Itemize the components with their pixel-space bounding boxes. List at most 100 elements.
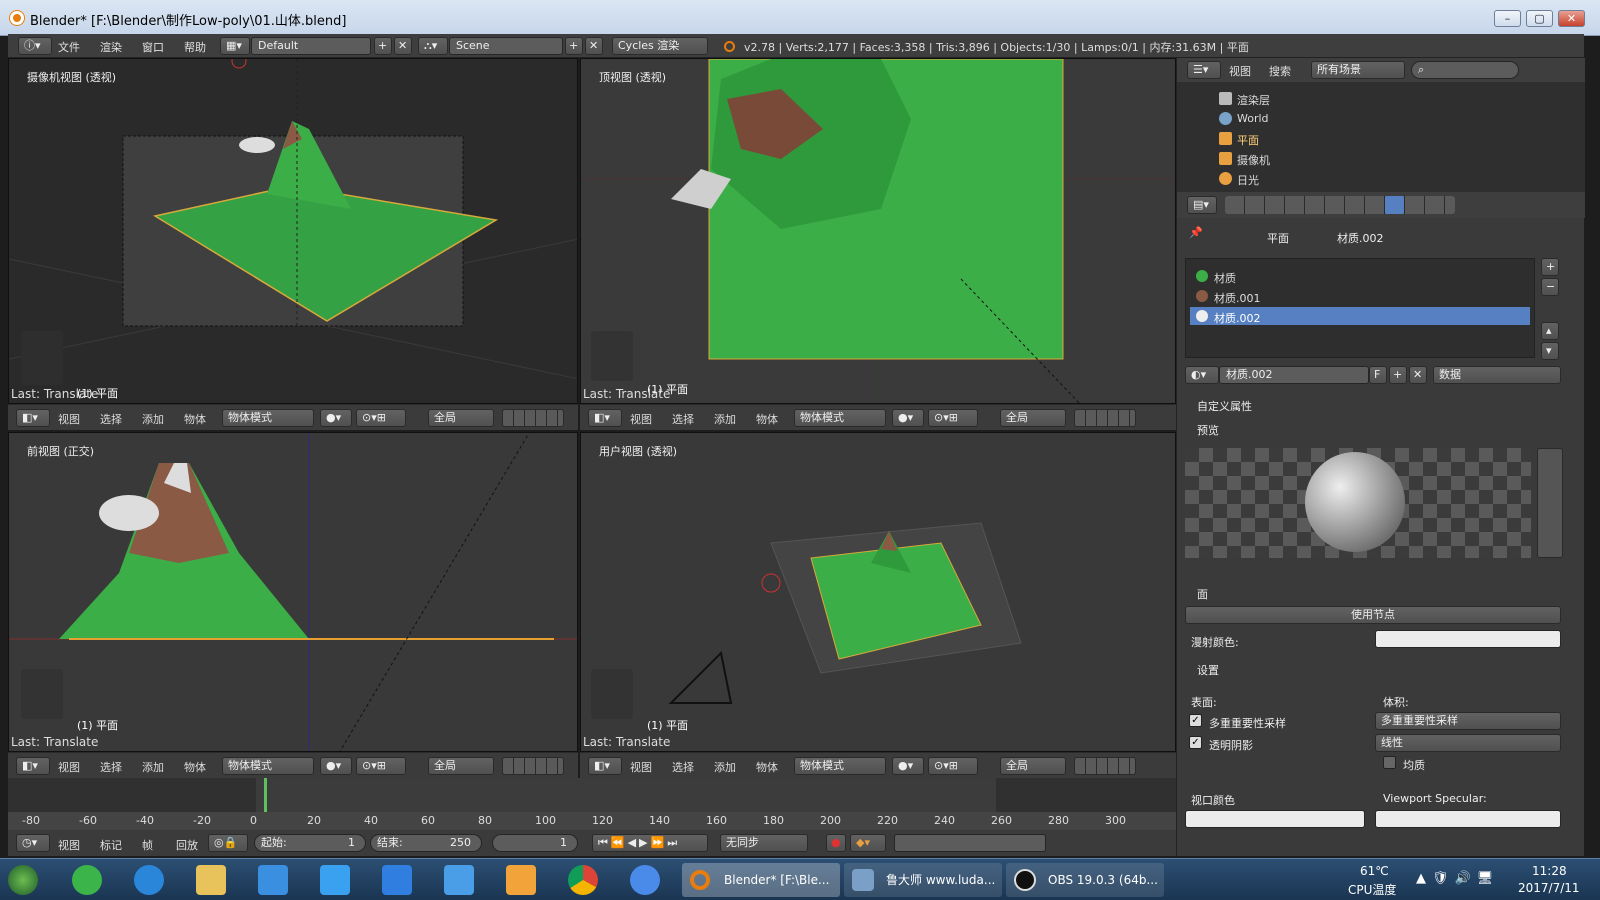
pivot-dropdown[interactable]: ⊙▾⊞ [928, 757, 978, 775]
outliner-row[interactable]: 摄像机 [1207, 150, 1407, 168]
editor-type-button[interactable]: ⓘ▾ [18, 37, 52, 55]
sync-dropdown[interactable]: 无同步 [720, 834, 808, 852]
add-layout-button[interactable]: + [374, 37, 392, 55]
menu-file[interactable]: 文件 [58, 39, 80, 55]
timeline[interactable]: -80 -60 -40 -20 0 20 40 60 80 100 120 140 160 180 200 2… [8, 778, 1176, 856]
scene-name-field[interactable]: Scene [449, 37, 563, 55]
render-engine-dropdown[interactable]: Cycles 渲染 [612, 37, 708, 55]
viewport-front[interactable]: 前视图 (正交) (1) 平面 Last: Translate [8, 432, 578, 752]
app-icon[interactable] [320, 865, 350, 895]
pivot-dropdown[interactable]: ⊙▾⊞ [356, 757, 406, 775]
editor-type-button[interactable]: ◧▾ [16, 757, 50, 775]
remove-layout-button[interactable]: ✕ [394, 37, 412, 55]
close-button[interactable]: ✕ [1558, 10, 1585, 27]
taskbar-app-ludashi[interactable]: 鲁大师 www.luda... [844, 863, 1002, 897]
material-slot[interactable]: 材质 [1190, 267, 1530, 285]
keying-set-button[interactable]: ◆▾ [850, 834, 886, 852]
section-surface[interactable]: 面 [1197, 586, 1208, 602]
unlink-material-button[interactable]: ✕ [1409, 366, 1427, 384]
menu-object[interactable]: 物体 [184, 411, 206, 427]
menu-window[interactable]: 窗口 [142, 39, 164, 55]
layer-buttons[interactable] [502, 757, 564, 775]
maximize-button[interactable]: ▢ [1526, 10, 1553, 27]
orientation-dropdown[interactable]: 全局 [428, 409, 494, 427]
editor-type-button[interactable]: ◧▾ [588, 757, 622, 775]
orientation-dropdown[interactable]: 全局 [428, 757, 494, 775]
move-up-button[interactable]: ▴ [1541, 322, 1559, 340]
material-slot[interactable]: 材质.001 [1190, 287, 1530, 305]
new-material-button[interactable]: + [1389, 366, 1407, 384]
homogeneous-checkbox[interactable] [1383, 756, 1396, 769]
folder-icon[interactable] [196, 865, 226, 895]
current-frame-cursor[interactable] [264, 778, 267, 812]
mode-dropdown[interactable]: 物体模式 [222, 757, 314, 775]
layer-buttons[interactable] [502, 409, 564, 427]
editor-type-button[interactable]: ◧▾ [16, 409, 50, 427]
add-scene-button[interactable]: + [565, 37, 583, 55]
taskbar-app-blender[interactable]: Blender* [F:\Ble... [682, 863, 840, 897]
diffuse-color-swatch[interactable] [1375, 630, 1561, 648]
mode-dropdown[interactable]: 物体模式 [794, 757, 886, 775]
use-nodes-button[interactable]: 使用节点 [1185, 606, 1561, 624]
menu-add[interactable]: 添加 [142, 759, 164, 775]
menu-help[interactable]: 帮助 [184, 39, 206, 55]
editor-type-button[interactable]: ▤▾ [1187, 196, 1217, 214]
menu-select[interactable]: 选择 [672, 759, 694, 775]
outliner-row[interactable]: World [1207, 110, 1407, 128]
menu-object[interactable]: 物体 [756, 411, 778, 427]
material-name-field[interactable]: 材质.002 [1219, 366, 1369, 384]
material-browse-button[interactable]: ◐▾ [1185, 366, 1219, 384]
menu-view[interactable]: 视图 [58, 837, 80, 853]
volume-sampling-dropdown[interactable]: 多重重要性采样 [1375, 712, 1561, 730]
section-custom-props[interactable]: 自定义属性 [1197, 398, 1252, 414]
menu-marker[interactable]: 标记 [100, 837, 122, 853]
start-button[interactable] [8, 865, 38, 895]
chrome-icon[interactable] [568, 865, 598, 895]
viewport-color-swatch[interactable] [1185, 810, 1365, 828]
start-frame-field[interactable]: 起始: 1 [254, 834, 366, 852]
app-icon[interactable] [444, 865, 474, 895]
editor-type-button[interactable]: ◷▾ [16, 834, 50, 852]
shading-dropdown[interactable]: ●▾ [892, 409, 924, 427]
menu-view[interactable]: 视图 [630, 759, 652, 775]
shading-dropdown[interactable]: ●▾ [892, 757, 924, 775]
layout-type-button[interactable]: ▦▾ [220, 37, 250, 55]
display-filter-dropdown[interactable]: 所有场景 [1311, 61, 1405, 79]
material-slot-selected[interactable]: 材质.002 [1190, 307, 1530, 325]
end-frame-field[interactable]: 结束: 250 [370, 834, 482, 852]
fake-user-button[interactable]: F [1369, 366, 1387, 384]
taskbar-app-obs[interactable]: OBS 19.0.3 (64b... [1006, 863, 1164, 897]
section-settings[interactable]: 设置 [1197, 662, 1219, 678]
menu-playback[interactable]: 回放 [176, 837, 198, 853]
menu-frame[interactable]: 帧 [142, 837, 153, 853]
pivot-dropdown[interactable]: ⊙▾⊞ [356, 409, 406, 427]
record-button[interactable]: ● [826, 834, 846, 852]
transparent-shadow-checkbox[interactable]: ✓ [1189, 736, 1202, 749]
tray-icons[interactable]: ▲🛡🔊🖥 [1416, 871, 1499, 886]
viewport-user[interactable]: 用户视图 (透视) (1) 平面 Last: Translate [580, 432, 1176, 752]
menu-add[interactable]: 添加 [714, 759, 736, 775]
viewport-camera[interactable]: 摄像机视图 (透视) (1) 平面 Last: Translate [8, 58, 578, 404]
layer-buttons[interactable] [1074, 757, 1136, 775]
viewport-top[interactable]: 顶视图 (透视) (1) 平面 Last: Translate [580, 58, 1176, 404]
remove-slot-button[interactable]: − [1541, 278, 1559, 296]
layer-buttons[interactable] [1074, 409, 1136, 427]
material-tab-icon[interactable] [1385, 196, 1404, 214]
menu-object[interactable]: 物体 [756, 759, 778, 775]
section-preview[interactable]: 预览 [1197, 422, 1219, 438]
scene-type-button[interactable]: ⛬▾ [418, 37, 448, 55]
app-icon[interactable] [258, 865, 288, 895]
preview-range-button[interactable]: ◎🔒 [208, 834, 248, 852]
outliner-row[interactable]: 日光 [1207, 170, 1407, 188]
menu-view[interactable]: 视图 [1229, 63, 1251, 79]
shading-dropdown[interactable]: ●▾ [320, 757, 352, 775]
menu-view[interactable]: 视图 [58, 759, 80, 775]
current-frame-field[interactable]: 1 [492, 834, 578, 852]
ie-icon[interactable] [134, 865, 164, 895]
mode-dropdown[interactable]: 物体模式 [222, 409, 314, 427]
pin-icon[interactable]: 📌 [1189, 226, 1203, 239]
outliner-search-input[interactable]: ⌕ [1411, 61, 1519, 79]
keying-set-field[interactable] [894, 834, 1046, 852]
taskbar-pin-icon[interactable] [72, 865, 102, 895]
app-icon[interactable] [382, 865, 412, 895]
